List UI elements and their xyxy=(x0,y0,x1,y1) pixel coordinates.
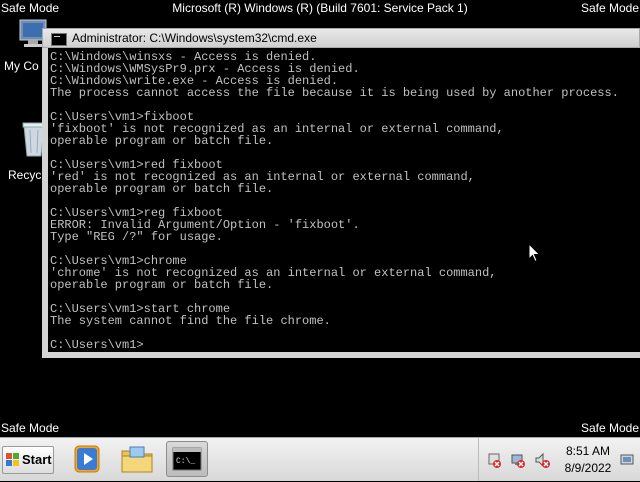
cmd-window-icon xyxy=(51,33,67,46)
safe-mode-label-bottom-right: Safe Mode xyxy=(580,421,639,435)
taskbar-explorer-button[interactable] xyxy=(116,441,158,477)
start-button[interactable]: Start xyxy=(2,446,54,474)
volume-icon[interactable] xyxy=(534,452,550,468)
media-player-icon xyxy=(74,445,100,473)
windows-explorer-icon xyxy=(121,446,153,473)
start-label: Start xyxy=(22,452,52,467)
console-line: operable program or batch file. xyxy=(50,134,274,148)
taskbar: Start C:\_ 8:51 AM 8/9/2022 xyxy=(0,437,640,481)
windows-flag-icon xyxy=(6,453,19,466)
console-line: C:\Users\vm1> xyxy=(50,338,144,352)
desktop-icon-label: Recycl xyxy=(8,168,45,182)
action-center-icon[interactable] xyxy=(486,452,502,468)
os-build-title: Microsoft (R) Windows (R) (Build 7601: S… xyxy=(172,1,468,15)
show-desktop-icon[interactable] xyxy=(620,454,634,466)
cmd-title-bar[interactable]: Administrator: C:\Windows\system32\cmd.e… xyxy=(42,28,640,48)
console-line: Type "REG /?" for usage. xyxy=(50,230,223,244)
cmd-icon: C:\_ xyxy=(172,447,202,471)
taskbar-cmd-button[interactable]: C:\_ xyxy=(166,441,208,477)
desktop-icon-label: My Co xyxy=(4,59,39,73)
mouse-cursor-icon xyxy=(528,243,541,263)
console-line: The system cannot find the file chrome. xyxy=(50,314,331,328)
console-line: operable program or batch file. xyxy=(50,182,274,196)
cmd-console-area[interactable]: C:\Windows\winsxs - Access is denied. C:\… xyxy=(42,48,640,352)
clock-date[interactable]: 8/9/2022 xyxy=(560,461,616,475)
console-line: operable program or batch file. xyxy=(50,278,274,292)
taskbar-media-player-button[interactable] xyxy=(66,441,108,477)
console-output: C:\Windows\winsxs - Access is denied. C:\… xyxy=(48,48,640,351)
console-line: The process cannot access the file becau… xyxy=(50,86,619,100)
clock-time[interactable]: 8:51 AM xyxy=(560,444,616,458)
cmd-window-title: Administrator: C:\Windows\system32\cmd.e… xyxy=(72,31,317,45)
cmd-window-frame-bottom xyxy=(42,352,640,358)
svg-text:C:\_: C:\_ xyxy=(176,457,195,466)
cmd-window[interactable]: Administrator: C:\Windows\system32\cmd.e… xyxy=(42,28,640,358)
network-icon[interactable] xyxy=(510,452,526,468)
safe-mode-label-bottom-left: Safe Mode xyxy=(1,421,60,435)
